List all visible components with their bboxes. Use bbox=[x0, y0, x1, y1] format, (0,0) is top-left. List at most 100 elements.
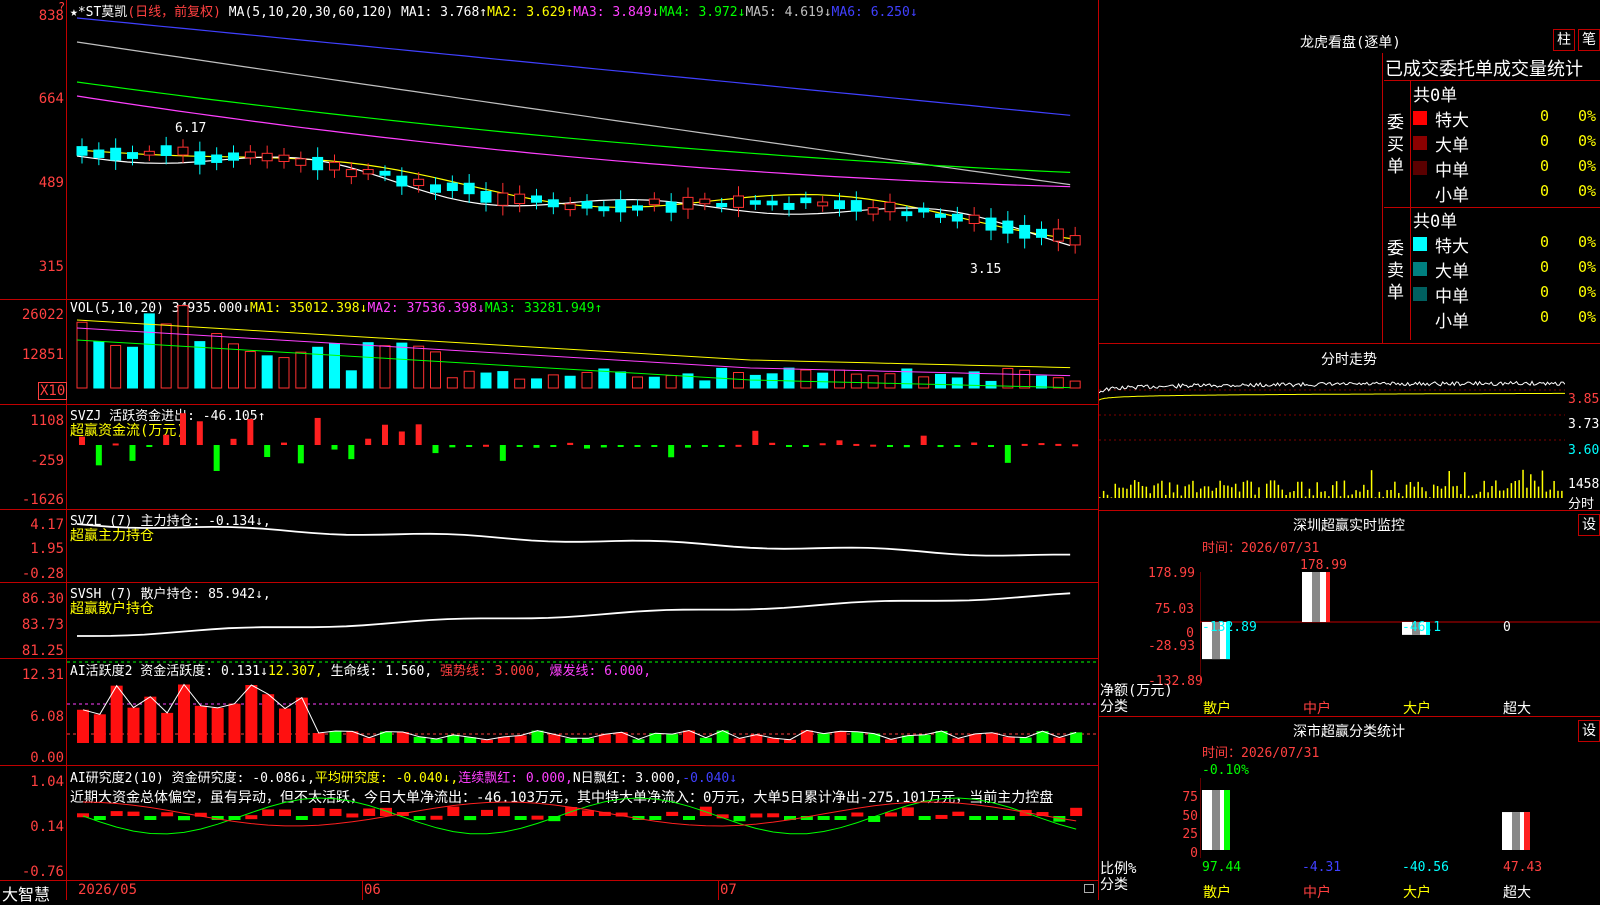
intraday-volume-bar bbox=[1336, 481, 1338, 498]
classify-ytick: 75 bbox=[1152, 790, 1198, 805]
intraday-price: 3.605 bbox=[1568, 443, 1600, 458]
volume-bar bbox=[1053, 378, 1063, 388]
flow-bar bbox=[685, 445, 691, 448]
intraday-volume-bar bbox=[1441, 489, 1443, 498]
candle bbox=[195, 152, 205, 164]
kline-chart[interactable] bbox=[67, 0, 1097, 298]
flow-bar bbox=[197, 421, 203, 445]
monitor-title: 深圳超赢实时监控 bbox=[1098, 515, 1600, 535]
buy-row-count: 0 bbox=[1540, 107, 1549, 125]
research-bar bbox=[161, 812, 173, 816]
flow-bar bbox=[264, 445, 270, 457]
sell-row-pct: 0% bbox=[1578, 258, 1596, 276]
column-view-button[interactable]: 柱 bbox=[1553, 29, 1575, 51]
activity-bar bbox=[666, 734, 678, 743]
lock-icon[interactable] bbox=[1084, 884, 1094, 893]
research-avg-line bbox=[83, 802, 1076, 826]
intraday-volume-bar bbox=[1515, 481, 1517, 498]
volume-bar bbox=[447, 378, 457, 388]
tick-view-button[interactable]: 笔 bbox=[1578, 29, 1600, 51]
monitor-settings-button[interactable]: 设 bbox=[1578, 514, 1600, 536]
activity-bar bbox=[1003, 737, 1015, 743]
flow-bar bbox=[231, 439, 237, 445]
ai-active-chart[interactable] bbox=[67, 659, 1097, 765]
flow-bar bbox=[247, 419, 253, 445]
volume-bar bbox=[868, 376, 878, 388]
volume-bar bbox=[515, 379, 525, 388]
svzl-chart[interactable] bbox=[67, 510, 1097, 582]
activity-bar bbox=[532, 731, 544, 743]
intraday-volume-bar bbox=[1320, 492, 1322, 498]
flow-bar bbox=[786, 445, 792, 447]
activity-bar bbox=[212, 708, 224, 743]
classify-chart[interactable] bbox=[1200, 778, 1600, 858]
intraday-volume-bar bbox=[1530, 474, 1532, 498]
classify-settings-button[interactable]: 设 bbox=[1578, 720, 1600, 742]
intraday-volume-bar bbox=[1309, 489, 1311, 498]
classify-ytick: 0 bbox=[1152, 846, 1198, 861]
buy-row-swatch bbox=[1413, 111, 1427, 125]
ma-line bbox=[77, 156, 1070, 246]
flow-bar bbox=[651, 445, 657, 447]
intraday-volume-bar bbox=[1243, 482, 1245, 498]
intraday-volume-bar bbox=[1208, 486, 1210, 498]
sell-row-swatch bbox=[1413, 262, 1427, 276]
buy-row-count: 0 bbox=[1540, 157, 1549, 175]
volume-bar bbox=[414, 346, 424, 388]
flow-bar bbox=[719, 445, 725, 447]
classify-bar-edge bbox=[1224, 790, 1230, 850]
research-bar bbox=[380, 808, 392, 816]
candle bbox=[431, 185, 441, 192]
intraday-volume-bar bbox=[1200, 489, 1202, 498]
volume-bar bbox=[649, 377, 659, 388]
monitor-bar-edge bbox=[1326, 572, 1330, 622]
svzj-chart[interactable] bbox=[67, 405, 1097, 509]
flow-bar bbox=[1022, 444, 1028, 446]
classify-category: 中户 bbox=[1303, 882, 1331, 902]
flow-bar bbox=[618, 445, 624, 447]
flow-bar bbox=[433, 445, 439, 453]
intraday-volume-bar bbox=[1437, 486, 1439, 498]
volume-bar bbox=[498, 372, 508, 388]
activity-bar bbox=[296, 698, 308, 743]
candle bbox=[313, 157, 323, 169]
intraday-volume-bar bbox=[1456, 486, 1458, 498]
intraday-volume-bar bbox=[1130, 485, 1132, 498]
intraday-volume-bar bbox=[1254, 495, 1256, 498]
volume-bar bbox=[936, 374, 946, 388]
intraday-volume-bar bbox=[1231, 487, 1233, 498]
buy-row-name: 中单 bbox=[1435, 156, 1469, 181]
sell-row-swatch bbox=[1413, 312, 1427, 326]
intraday-volume-bar bbox=[1157, 483, 1159, 498]
intraday-chart[interactable] bbox=[1099, 370, 1565, 510]
flow-bar bbox=[887, 445, 893, 447]
ai-research-chart[interactable] bbox=[67, 766, 1097, 880]
buy-row-name: 特大 bbox=[1435, 106, 1469, 131]
intraday-volume-bar bbox=[1313, 495, 1315, 498]
monitor-chart[interactable] bbox=[1200, 572, 1600, 686]
intraday-volume-bar bbox=[1289, 492, 1291, 498]
classify-value: -4.31 bbox=[1302, 860, 1341, 875]
flow-bar bbox=[752, 431, 758, 445]
sell-total: 共0单 bbox=[1413, 207, 1457, 232]
candle bbox=[481, 192, 491, 203]
candle bbox=[633, 206, 643, 210]
candle bbox=[330, 162, 340, 170]
activity-bar bbox=[952, 738, 964, 743]
classify-value: 97.44 bbox=[1202, 860, 1241, 875]
activity-bar bbox=[919, 735, 931, 743]
svsh-chart[interactable] bbox=[67, 583, 1097, 658]
intraday-volume-bar bbox=[1460, 494, 1462, 498]
candle bbox=[346, 170, 356, 177]
research-bar bbox=[532, 816, 544, 820]
intraday-volume-bar bbox=[1282, 490, 1284, 498]
research-bar bbox=[649, 816, 661, 820]
sell-row-name: 中单 bbox=[1435, 282, 1469, 307]
classify-category: 超大 bbox=[1503, 882, 1531, 902]
sell-side-label: 委卖单 bbox=[1387, 238, 1405, 304]
volume-chart[interactable] bbox=[67, 300, 1097, 404]
activity-bar bbox=[279, 709, 291, 743]
intraday-volume-bar bbox=[1301, 482, 1303, 498]
research-bar bbox=[330, 809, 342, 816]
monitor-ytick: -28.93 bbox=[1148, 639, 1194, 654]
